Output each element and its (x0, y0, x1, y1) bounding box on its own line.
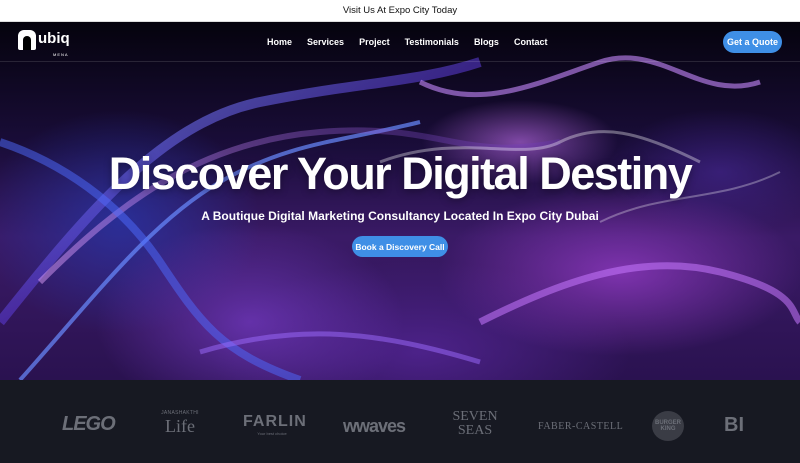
logo-farlin: FARLIN Your best choice (243, 413, 307, 436)
hero-headline: Discover Your Digital Destiny (108, 148, 693, 199)
top-navigation: ubiq MENA Home Services Project Testimon… (0, 22, 800, 62)
logo-subtext: MENA (53, 52, 69, 57)
hero-section (0, 22, 800, 380)
book-discovery-call-button[interactable]: Book a Discovery Call (352, 236, 448, 257)
logo-lego: LEGO (62, 413, 116, 435)
announcement-text: Visit Us At Expo City Today (342, 5, 458, 16)
seven-seas-top-text: SEVEN (452, 409, 498, 424)
logo-text: ubiq (38, 30, 70, 47)
client-logos-strip: LEGO JANASHAKTHI Life FARLIN Your best c… (0, 380, 800, 463)
burger-king-bottom-text: KING (660, 426, 676, 432)
seven-seas-bottom-text: SEAS (457, 423, 493, 438)
site-logo[interactable]: ubiq MENA (18, 30, 88, 57)
get-a-quote-button[interactable]: Get a Quote (723, 31, 782, 53)
nav-link-services[interactable]: Services (307, 37, 344, 47)
nav-link-project[interactable]: Project (359, 37, 390, 47)
nav-link-contact[interactable]: Contact (514, 37, 548, 47)
main-menu: Home Services Project Testimonials Blogs… (267, 22, 562, 62)
hero-subheadline: A Boutique Digital Marketing Consultancy… (201, 209, 599, 223)
logo-janashakthi-life: JANASHAKTHI Life (155, 410, 205, 437)
logo-faber-castell: FABER-CASTELL (538, 421, 624, 432)
logo-waves: wwaves (343, 416, 406, 436)
nav-link-testimonials[interactable]: Testimonials (405, 37, 459, 47)
announcement-bar[interactable]: Visit Us At Expo City Today (0, 0, 800, 22)
logo-burger-king: BURGER KING (652, 411, 684, 441)
nav-link-home[interactable]: Home (267, 37, 292, 47)
logo-partial: BI (724, 414, 744, 436)
hero-background-art (0, 55, 800, 380)
farlin-tagline: Your best choice (257, 431, 287, 436)
logo-seven-seas: SEVEN SEAS (451, 410, 499, 438)
farlin-text: FARLIN (243, 413, 307, 430)
logo-mark-icon (18, 30, 36, 50)
nav-link-blogs[interactable]: Blogs (474, 37, 499, 47)
janashakthi-bottom-text: Life (165, 416, 195, 436)
